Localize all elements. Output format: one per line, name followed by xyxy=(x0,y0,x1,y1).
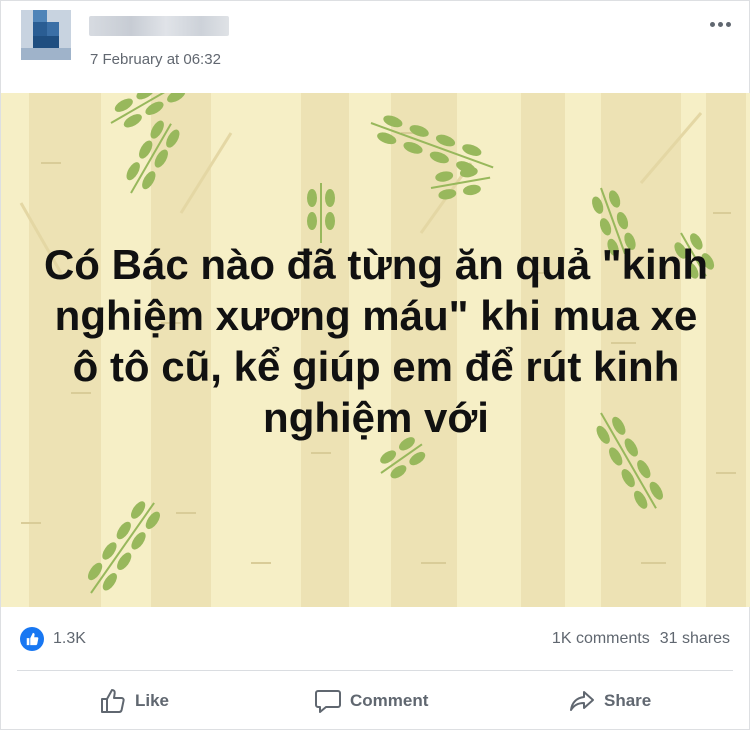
post-card: 7 February at 06:32 Có Bác nào đã từng ă… xyxy=(0,0,750,730)
author-name[interactable] xyxy=(89,16,229,36)
post-text: Có Bác nào đã từng ăn quả "kinh nghiệm x… xyxy=(43,241,709,441)
engagement-counts: 1K comments 31 shares xyxy=(552,630,730,648)
like-label: Like xyxy=(135,691,170,710)
more-options-icon[interactable] xyxy=(705,11,735,37)
comment-label: Comment xyxy=(350,691,429,710)
reaction-count[interactable]: 1.3K xyxy=(53,630,86,648)
avatar[interactable] xyxy=(21,10,71,60)
shares-count[interactable]: 31 shares xyxy=(660,630,730,647)
comment-button[interactable]: Comment xyxy=(314,681,428,721)
post-header: 7 February at 06:32 xyxy=(1,1,750,93)
like-button[interactable]: Like xyxy=(99,681,169,721)
share-button[interactable]: Share xyxy=(568,681,651,721)
divider xyxy=(17,670,733,671)
thumbs-up-icon xyxy=(101,689,125,713)
like-reaction-icon[interactable] xyxy=(20,627,44,651)
comment-icon xyxy=(315,690,341,713)
share-icon xyxy=(570,691,594,711)
comments-count[interactable]: 1K comments xyxy=(552,630,650,647)
post-background-image: Có Bác nào đã từng ăn quả "kinh nghiệm x… xyxy=(1,93,750,607)
share-label: Share xyxy=(604,691,652,710)
post-timestamp[interactable]: 7 February at 06:32 xyxy=(90,51,221,68)
